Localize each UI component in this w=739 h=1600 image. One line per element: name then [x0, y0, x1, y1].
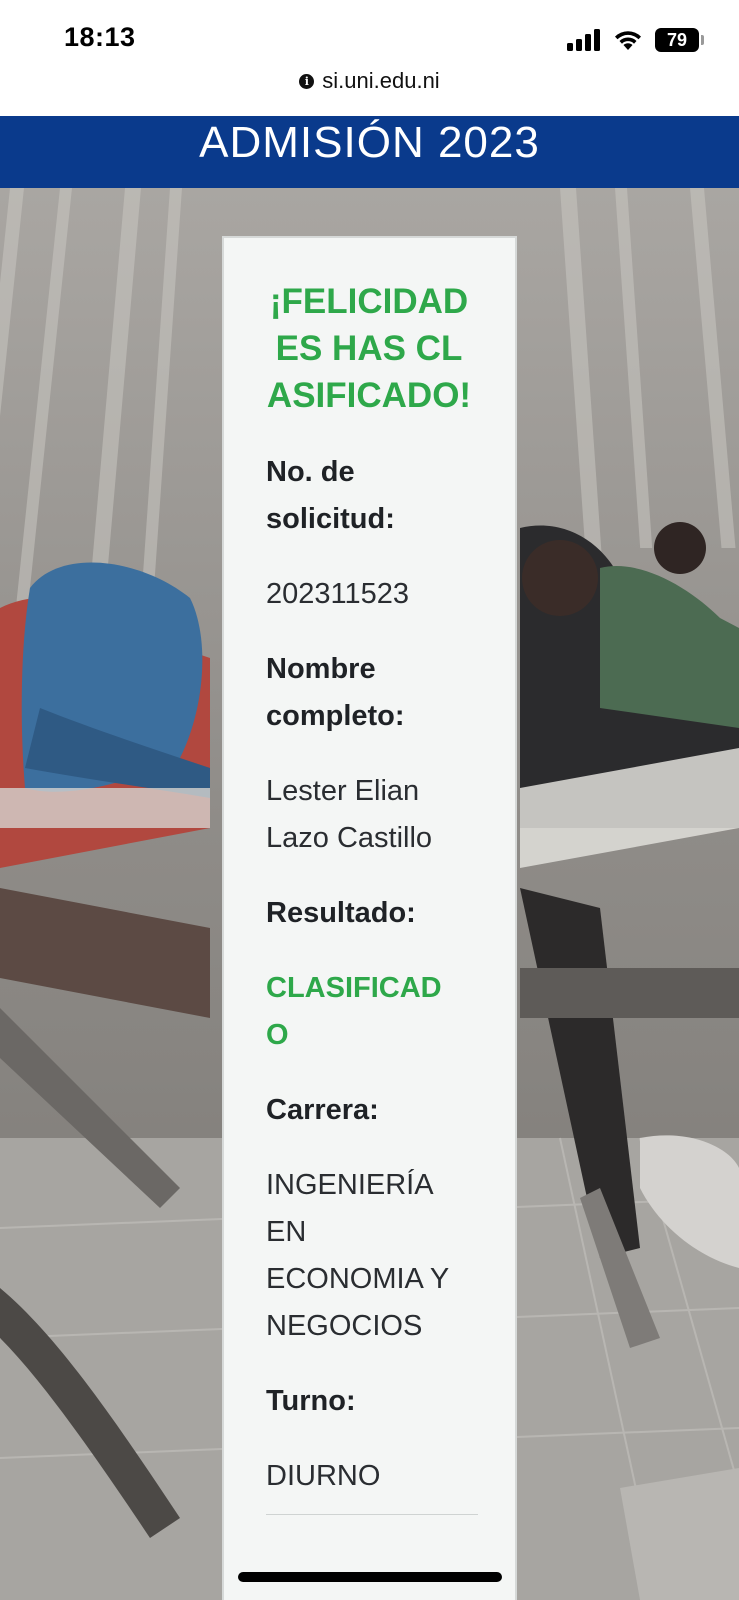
career-label: Carrera:: [266, 1094, 379, 1126]
admission-banner: ADMISIÓN 2023: [0, 116, 739, 188]
shift-value: DIURNO: [266, 1460, 381, 1492]
status-time: 18:13: [64, 22, 136, 52]
cellular-signal-icon: [567, 29, 600, 51]
address-bar[interactable]: i si.uni.edu.ni: [0, 64, 739, 98]
full-name-label: Nombre completo:: [266, 653, 405, 732]
full-name-value: Lester Elian Lazo Castillo: [266, 775, 433, 854]
wifi-icon: [615, 31, 641, 50]
home-indicator[interactable]: [238, 1572, 502, 1582]
card-divider: [266, 1514, 478, 1515]
result-label: Resultado:: [266, 897, 416, 929]
status-bar: 18:13 79 i si.uni.edu.ni: [0, 0, 739, 116]
admission-result-card: ¡FELICIDADES HAS CLASIFICADO! No. de sol…: [222, 236, 517, 1600]
url-text[interactable]: si.uni.edu.ni: [322, 68, 439, 94]
congratulations-heading: ¡FELICIDADES HAS CLASIFICADO!: [266, 282, 472, 415]
result-value: CLASIFICADO: [266, 972, 442, 1051]
shift-label: Turno:: [266, 1385, 356, 1417]
battery-indicator: 79: [655, 28, 704, 52]
info-icon[interactable]: i: [299, 73, 315, 89]
application-number-label: No. de solicitud:: [266, 456, 395, 535]
banner-title: ADMISIÓN 2023: [199, 118, 540, 167]
status-icons: 79: [567, 26, 704, 54]
application-number-value: 202311523: [266, 578, 410, 610]
career-value: INGENIERÍA EN ECONOMIA Y NEGOCIOS: [266, 1169, 449, 1342]
